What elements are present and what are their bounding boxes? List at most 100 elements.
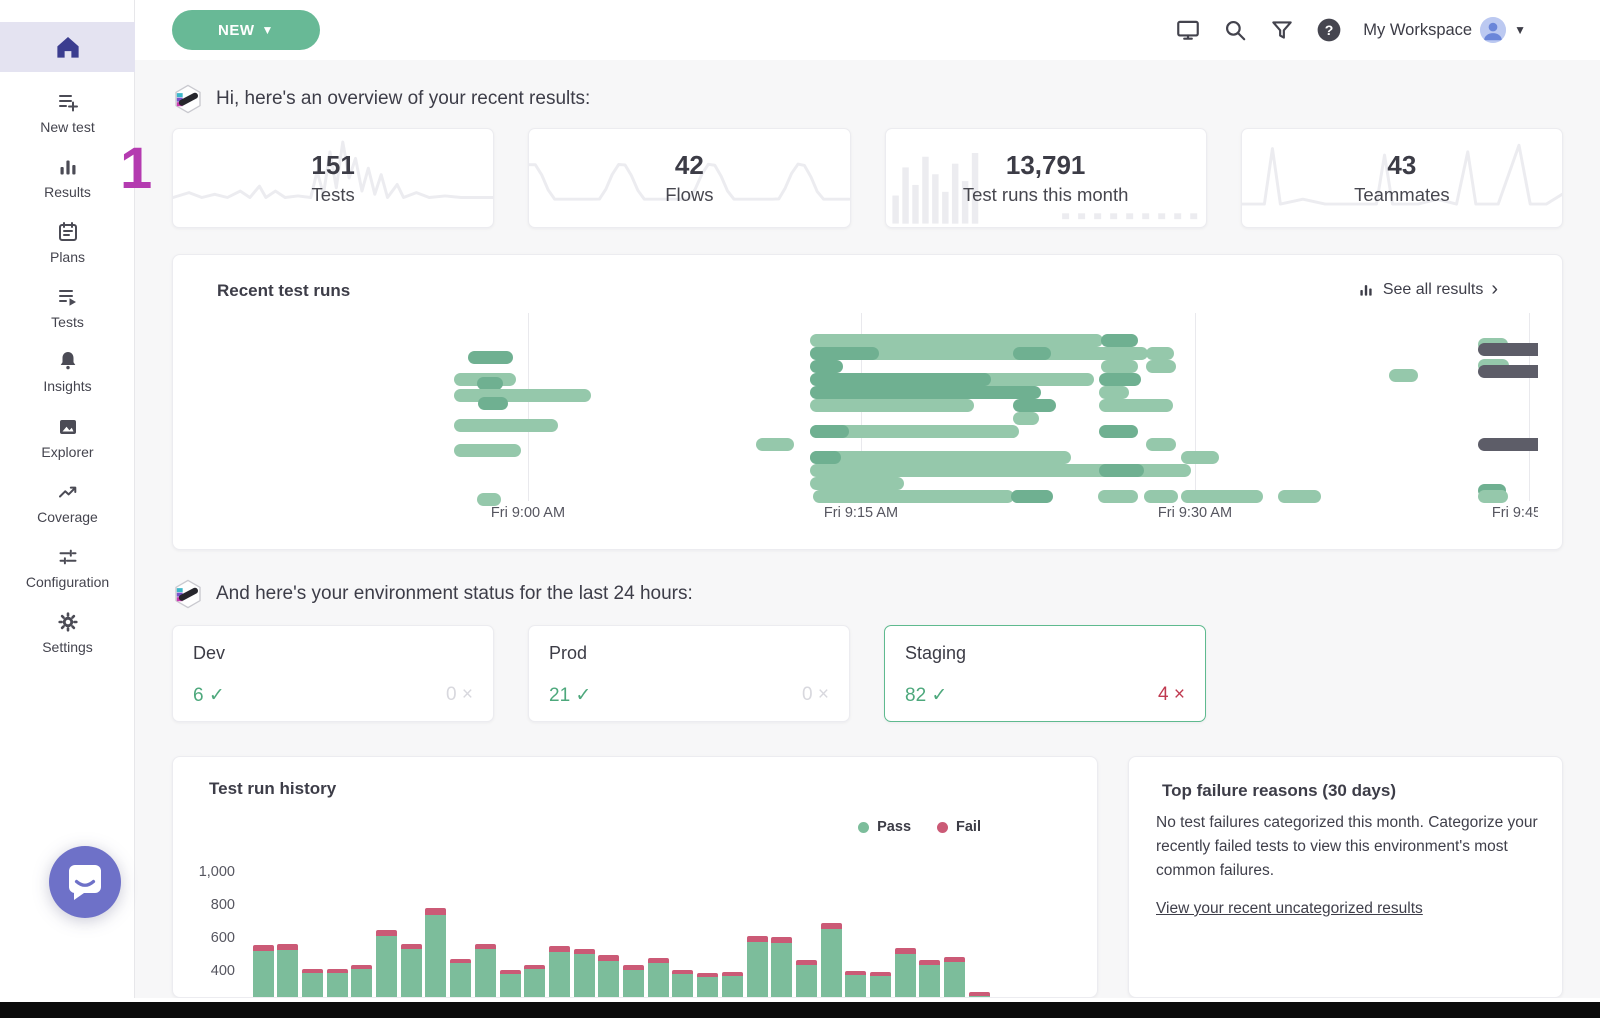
topbar: NEW ▼ ? My Workspace ▼ [135, 0, 1600, 60]
test-run-bar[interactable] [810, 360, 843, 373]
test-run-bar[interactable] [454, 389, 591, 402]
test-run-bar[interactable] [1011, 490, 1053, 503]
test-run-bar[interactable] [477, 493, 501, 506]
test-run-bar[interactable] [468, 351, 513, 364]
monitor-icon[interactable] [1175, 17, 1201, 43]
avatar [1480, 17, 1506, 43]
sidebar-item-configuration[interactable]: Configuration [0, 545, 135, 590]
environment-values: 82 ✓4 × [905, 684, 1185, 707]
stat-card-flows[interactable]: 42Flows [528, 128, 850, 228]
history-bar-pass [895, 954, 916, 998]
history-bar [821, 923, 842, 998]
timeline-gridline [528, 313, 529, 501]
history-bar [401, 944, 422, 999]
test-run-bar[interactable] [1181, 490, 1263, 503]
caret-down-icon: ▼ [262, 23, 274, 37]
history-bar-pass [376, 936, 397, 998]
top-failure-reasons-title: Top failure reasons (30 days) [1162, 781, 1396, 801]
legend-item-fail: Fail [937, 819, 981, 835]
history-bar-pass [796, 965, 817, 998]
test-run-bar[interactable] [1098, 490, 1138, 503]
recent-test-runs-panel: Fri 9:00 AMFri 9:15 AMFri 9:30 AMFri 9:4… [172, 254, 1563, 550]
environment-name: Staging [905, 643, 1185, 664]
calendar-icon [56, 220, 80, 244]
chat-widget-button[interactable] [49, 846, 121, 918]
legend-label: Pass [877, 819, 911, 835]
test-run-bar[interactable] [813, 490, 1014, 503]
som-annotation-1: 1 [120, 140, 152, 198]
timeline-gridline [1529, 313, 1530, 501]
sidebar-item-coverage[interactable]: Coverage [0, 480, 135, 525]
environment-card-staging[interactable]: Staging 82 ✓4 × [884, 625, 1206, 722]
history-bar-pass [327, 973, 348, 998]
history-bar [722, 972, 743, 998]
test-run-bar[interactable] [1146, 347, 1174, 360]
sidebar-item-tests[interactable]: Tests [0, 285, 135, 330]
history-bar [524, 965, 545, 999]
test-run-bar[interactable] [1478, 490, 1508, 503]
filter-icon[interactable] [1269, 17, 1295, 43]
test-run-bar[interactable] [1013, 412, 1039, 425]
test-run-bar[interactable] [810, 347, 879, 360]
test-run-bar[interactable] [1099, 399, 1173, 412]
stat-label: Teammates [1354, 184, 1450, 206]
workspace-menu[interactable]: My Workspace ▼ [1363, 17, 1526, 43]
test-run-bar[interactable] [1099, 373, 1141, 386]
test-run-bar[interactable] [1013, 347, 1051, 360]
test-run-bar[interactable] [1278, 490, 1321, 503]
test-run-bar[interactable] [810, 425, 849, 438]
test-run-bar[interactable] [1389, 369, 1418, 382]
test-run-bar[interactable] [810, 373, 991, 386]
search-icon[interactable] [1222, 17, 1248, 43]
test-run-bar[interactable] [1478, 438, 1538, 451]
sidebar-item-plans[interactable]: Plans [0, 220, 135, 265]
test-run-bar[interactable] [1101, 334, 1138, 347]
test-run-bar[interactable] [1478, 343, 1538, 356]
sidebar-item-explorer[interactable]: Explorer [0, 415, 135, 460]
test-run-bar[interactable] [1099, 425, 1138, 438]
sidebar-item-settings[interactable]: Settings [0, 610, 135, 655]
environment-card-dev[interactable]: Dev6 ✓0 × [172, 625, 494, 722]
sidebar-item-results[interactable]: Results [0, 155, 135, 200]
help-icon[interactable]: ? [1316, 17, 1342, 43]
sidebar-item-label: Coverage [37, 509, 98, 525]
test-run-bar[interactable] [1099, 386, 1129, 399]
stat-card-test-runs-this-month[interactable]: 13,791Test runs this month [885, 128, 1207, 228]
sidebar-item-label: Tests [51, 314, 84, 330]
test-run-bar[interactable] [478, 397, 508, 410]
test-run-bar[interactable] [1101, 360, 1138, 373]
test-run-bar[interactable] [1146, 438, 1176, 451]
test-run-bar[interactable] [1099, 464, 1144, 477]
test-run-bar[interactable] [810, 451, 841, 464]
test-run-bar[interactable] [1181, 451, 1219, 464]
test-run-bar[interactable] [810, 399, 974, 412]
test-run-bar[interactable] [810, 386, 1041, 399]
legend-dot [858, 822, 869, 833]
test-run-bar[interactable] [756, 438, 794, 451]
screenshot-bottom-bar [0, 1002, 1600, 1018]
bell-icon [56, 349, 80, 373]
test-run-bar[interactable] [1478, 365, 1538, 378]
stat-card-teammates[interactable]: 43 Teammates [1241, 128, 1563, 228]
sidebar-item-insights[interactable]: Insights [0, 349, 135, 394]
environment-name: Prod [549, 643, 829, 664]
test-run-bar[interactable] [454, 419, 558, 432]
test-run-bar[interactable] [810, 477, 904, 490]
environment-cards-row: Dev6 ✓0 × Prod21 ✓0 × Staging 82 ✓4 × [172, 625, 1563, 722]
stat-value: 43 [1387, 150, 1416, 181]
stat-card-tests[interactable]: 151Tests [172, 128, 494, 228]
history-bar-pass [475, 949, 496, 998]
history-bar [944, 957, 965, 998]
test-run-bar[interactable] [810, 334, 1103, 347]
test-run-bar[interactable] [1013, 399, 1056, 412]
sidebar-item-new-test[interactable]: New test [0, 90, 135, 135]
test-run-bar[interactable] [454, 444, 521, 457]
test-run-bar[interactable] [1144, 490, 1178, 503]
sidebar-item-home[interactable] [0, 22, 135, 72]
see-all-results-link[interactable]: See all results › [1357, 281, 1498, 299]
test-run-bar[interactable] [810, 451, 1071, 464]
environment-card-prod[interactable]: Prod21 ✓0 × [528, 625, 850, 722]
test-run-bar[interactable] [1146, 360, 1176, 373]
new-button[interactable]: NEW ▼ [172, 10, 320, 50]
view-uncategorized-results-link[interactable]: View your recent uncategorized results [1156, 900, 1423, 918]
